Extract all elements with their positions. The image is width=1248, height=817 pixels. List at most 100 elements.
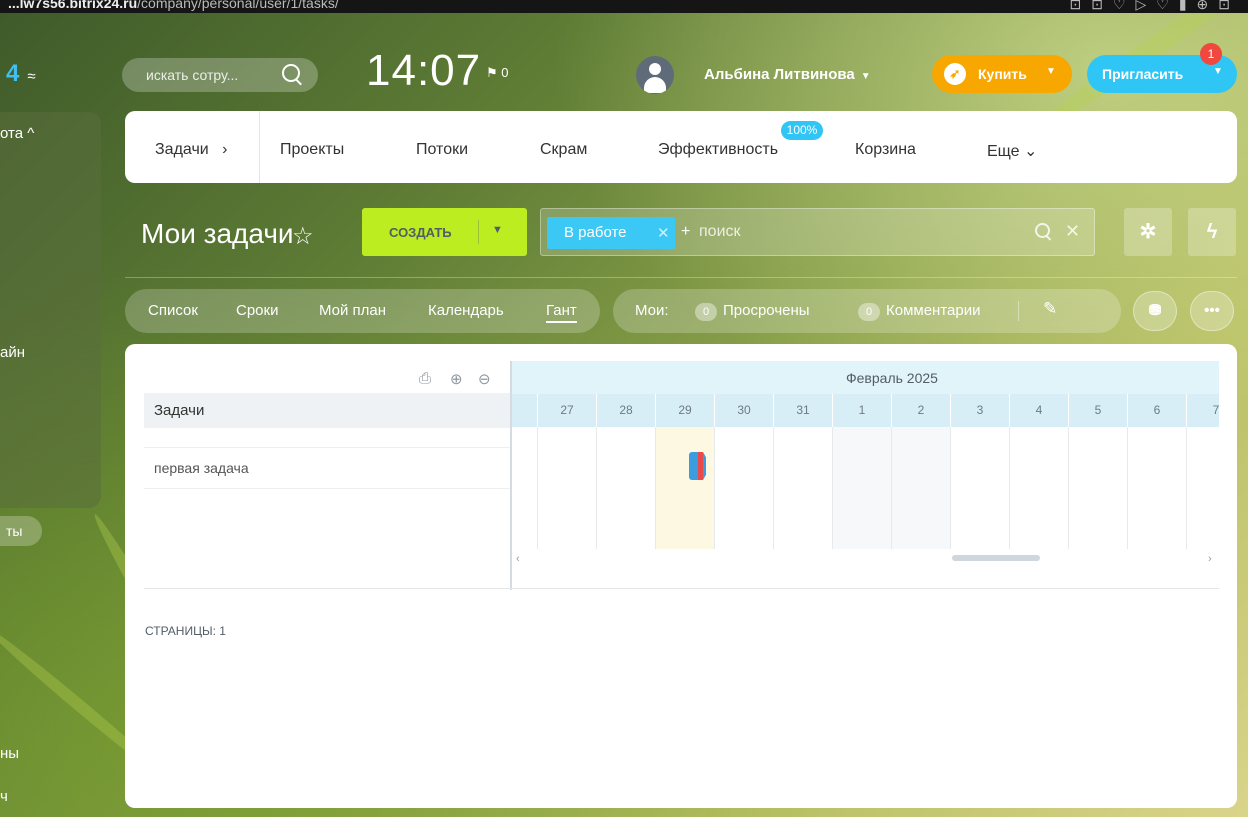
chevron-right-icon[interactable]: › <box>1208 553 1212 565</box>
counter-comments[interactable]: Комментарии <box>886 302 980 319</box>
day-column <box>773 427 832 549</box>
chevron-left-icon[interactable]: ‹ <box>516 553 520 565</box>
table-row[interactable]: первая задача <box>144 447 511 489</box>
zoom-out-icon[interactable]: ⊖ <box>478 370 491 388</box>
day-cell: 2 <box>891 394 950 427</box>
task-bar[interactable] <box>689 452 706 480</box>
counter-badge: 0 <box>695 303 717 321</box>
task-bar-arrow <box>703 452 706 480</box>
invite-button[interactable]: Пригласить ▼ 1 <box>1087 43 1237 93</box>
print-icon[interactable]: ⎙ <box>419 370 431 387</box>
day-column <box>1127 427 1186 549</box>
counters-label: Мои: <box>635 302 669 319</box>
task-bar-progress <box>689 452 698 480</box>
divider <box>125 277 1237 278</box>
day-column <box>1009 427 1068 549</box>
sidebar-item[interactable]: айн <box>0 344 25 361</box>
chevron-down-icon: ▼ <box>1046 66 1056 77</box>
top-navigation: Задачи › Проекты Потоки Скрам Эффективно… <box>125 111 1237 183</box>
zoom-in-icon[interactable]: ⊕ <box>450 370 463 388</box>
day-cell: 30 <box>714 394 773 427</box>
day-cell: 5 <box>1068 394 1127 427</box>
browser-url-bar[interactable]: ...lw7s56.bitrix24.ru/company/personal/u… <box>0 0 1248 13</box>
star-icon[interactable]: ☆ <box>292 222 314 251</box>
day-cell: 27 <box>537 394 596 427</box>
gantt-card: ⎙ ⊕ ⊖ Задачи первая задача Февраль 2025 … <box>125 344 1237 808</box>
search-icon[interactable] <box>1035 223 1050 238</box>
user-avatar[interactable] <box>636 56 674 94</box>
nav-trash[interactable]: Корзина <box>855 141 916 159</box>
nav-tasks[interactable]: Задачи › <box>155 141 227 159</box>
day-cell: 4 <box>1009 394 1068 427</box>
view-switcher: Список Сроки Мой план Календарь Гант <box>125 289 600 333</box>
clock[interactable]: 14:07 <box>366 46 481 96</box>
nav-more[interactable]: Еще ⌄ <box>987 141 1037 161</box>
tasks-column-header: Задачи <box>144 393 511 428</box>
bitrix-logo[interactable]: 4 ≈ <box>6 60 36 88</box>
sidebar-item[interactable]: ны <box>0 745 19 762</box>
flag-counter[interactable]: ⚑ 0 <box>486 65 509 81</box>
day-column <box>1068 427 1127 549</box>
chevron-down-icon: ⌄ <box>1024 143 1038 160</box>
day-cell: 28 <box>596 394 655 427</box>
day-cell: 1 <box>832 394 891 427</box>
nav-scrum[interactable]: Скрам <box>540 141 587 159</box>
button-divider <box>478 220 479 244</box>
chevron-down-icon[interactable]: ▼ <box>492 224 503 236</box>
settings-toggle-icon[interactable]: ≈ <box>27 68 35 85</box>
close-icon[interactable]: ✕ <box>657 224 670 242</box>
user-menu[interactable]: Альбина Литвинова ▼ <box>704 66 871 83</box>
day-cell: 31 <box>773 394 832 427</box>
nav-flows[interactable]: Потоки <box>416 141 468 159</box>
pagination: СТРАНИЦЫ: 1 <box>145 624 226 638</box>
nav-efficiency[interactable]: Эффективность <box>658 141 778 159</box>
filter-chip[interactable]: В работе ✕ <box>547 217 675 249</box>
chevron-down-icon: ▼ <box>860 71 871 82</box>
day-column <box>537 427 596 549</box>
horizontal-scrollbar[interactable] <box>952 555 1040 561</box>
view-gantt[interactable]: Гант <box>546 302 577 323</box>
rocket-icon: ➶ <box>944 63 966 85</box>
search-icon[interactable] <box>282 64 300 82</box>
column-splitter[interactable] <box>510 361 512 590</box>
counter-badge: 0 <box>858 303 880 321</box>
create-button[interactable]: СОЗДАТЬ ▼ <box>362 208 527 256</box>
nav-projects[interactable]: Проекты <box>280 141 344 159</box>
view-calendar[interactable]: Календарь <box>428 302 504 319</box>
task-name[interactable]: первая задача <box>154 460 249 476</box>
gantt-chart[interactable]: Февраль 2025 27 28 29 30 31 1 2 3 4 5 6 … <box>512 361 1219 549</box>
gear-icon[interactable]: ✲ <box>1124 208 1172 256</box>
sidebar-item[interactable]: ты <box>6 523 22 539</box>
counter-overdue[interactable]: Просрочены <box>723 302 810 319</box>
lightning-icon[interactable]: ϟ <box>1188 208 1236 256</box>
day-cell: 6 <box>1127 394 1186 427</box>
day-header: 27 28 29 30 31 1 2 3 4 5 6 7 <box>512 394 1219 427</box>
buy-button[interactable]: ➶ Купить ▼ <box>932 55 1072 93</box>
day-column <box>596 427 655 549</box>
day-cell: 3 <box>950 394 1009 427</box>
search-input[interactable]: поиск <box>699 223 741 241</box>
day-column <box>1186 427 1219 549</box>
chevron-right-icon: › <box>222 141 228 158</box>
counters-panel: Мои: 0 Просрочены 0 Комментарии ✎ <box>613 289 1121 333</box>
filter-search-bar[interactable]: В работе ✕ + поиск ✕ <box>540 208 1095 256</box>
day-cell: 7 <box>1186 394 1219 427</box>
sidebar-item[interactable]: ч <box>0 788 8 805</box>
clear-icon[interactable]: ✕ <box>1065 221 1080 242</box>
view-deadlines[interactable]: Сроки <box>236 302 278 319</box>
url-text: ...lw7s56.bitrix24.ru/company/personal/u… <box>8 0 339 11</box>
nav-separator <box>259 111 260 183</box>
view-my-plan[interactable]: Мой план <box>319 302 386 319</box>
sidebar-item-collapse[interactable]: ота ^ <box>0 125 34 142</box>
notification-badge: 1 <box>1200 43 1222 65</box>
employee-search[interactable]: искать сотру... <box>122 58 318 92</box>
read-all-icon[interactable]: ✎ <box>1043 299 1057 319</box>
view-list[interactable]: Список <box>148 302 198 319</box>
left-sidebar[interactable] <box>0 112 101 508</box>
robot-icon[interactable]: ⛃ <box>1133 291 1177 331</box>
search-placeholder: искать сотру... <box>146 67 239 83</box>
more-icon[interactable]: ••• <box>1190 291 1234 331</box>
chevron-down-icon: ▼ <box>1213 66 1223 77</box>
browser-tool-icons[interactable]: ⊡⊡♡▷♡▮⊕⊡ <box>1070 0 1241 13</box>
divider <box>1018 301 1019 321</box>
